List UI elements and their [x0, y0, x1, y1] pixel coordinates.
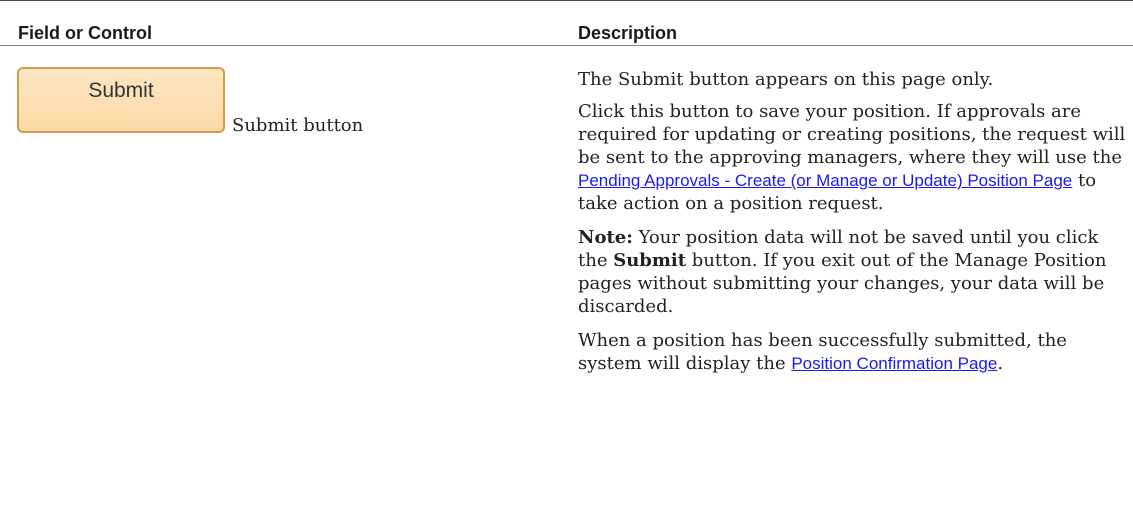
field-description-table: Field or Control Description Submit Subm… [0, 0, 1133, 529]
description-paragraph-1: The Submit button appears on this page o… [578, 69, 994, 90]
table-header-rule [0, 45, 1133, 46]
note-label: Note: [578, 227, 633, 248]
paragraph-4-text-b: . [997, 353, 1004, 374]
description-paragraph-4: When a position has been successfully su… [578, 329, 1126, 375]
table-top-rule [0, 0, 1133, 1]
field-label-submit: Submit button [232, 115, 364, 136]
pending-approvals-link[interactable]: Pending Approvals - Create (or Manage or… [578, 171, 1072, 190]
paragraph-2-text-a: Click this button to save your position.… [578, 101, 1126, 168]
position-confirmation-link[interactable]: Position Confirmation Page [791, 354, 997, 373]
description-note: Note: Your position data will not be sav… [578, 226, 1126, 318]
submit-button[interactable]: Submit [17, 67, 225, 133]
note-bold-submit: Submit [613, 250, 687, 271]
description-cell: The Submit button appears on this page o… [578, 68, 1126, 386]
description-paragraph-2: Click this button to save your position.… [578, 100, 1126, 215]
column-header-description: Description [578, 23, 678, 43]
column-header-field: Field or Control [18, 23, 152, 43]
